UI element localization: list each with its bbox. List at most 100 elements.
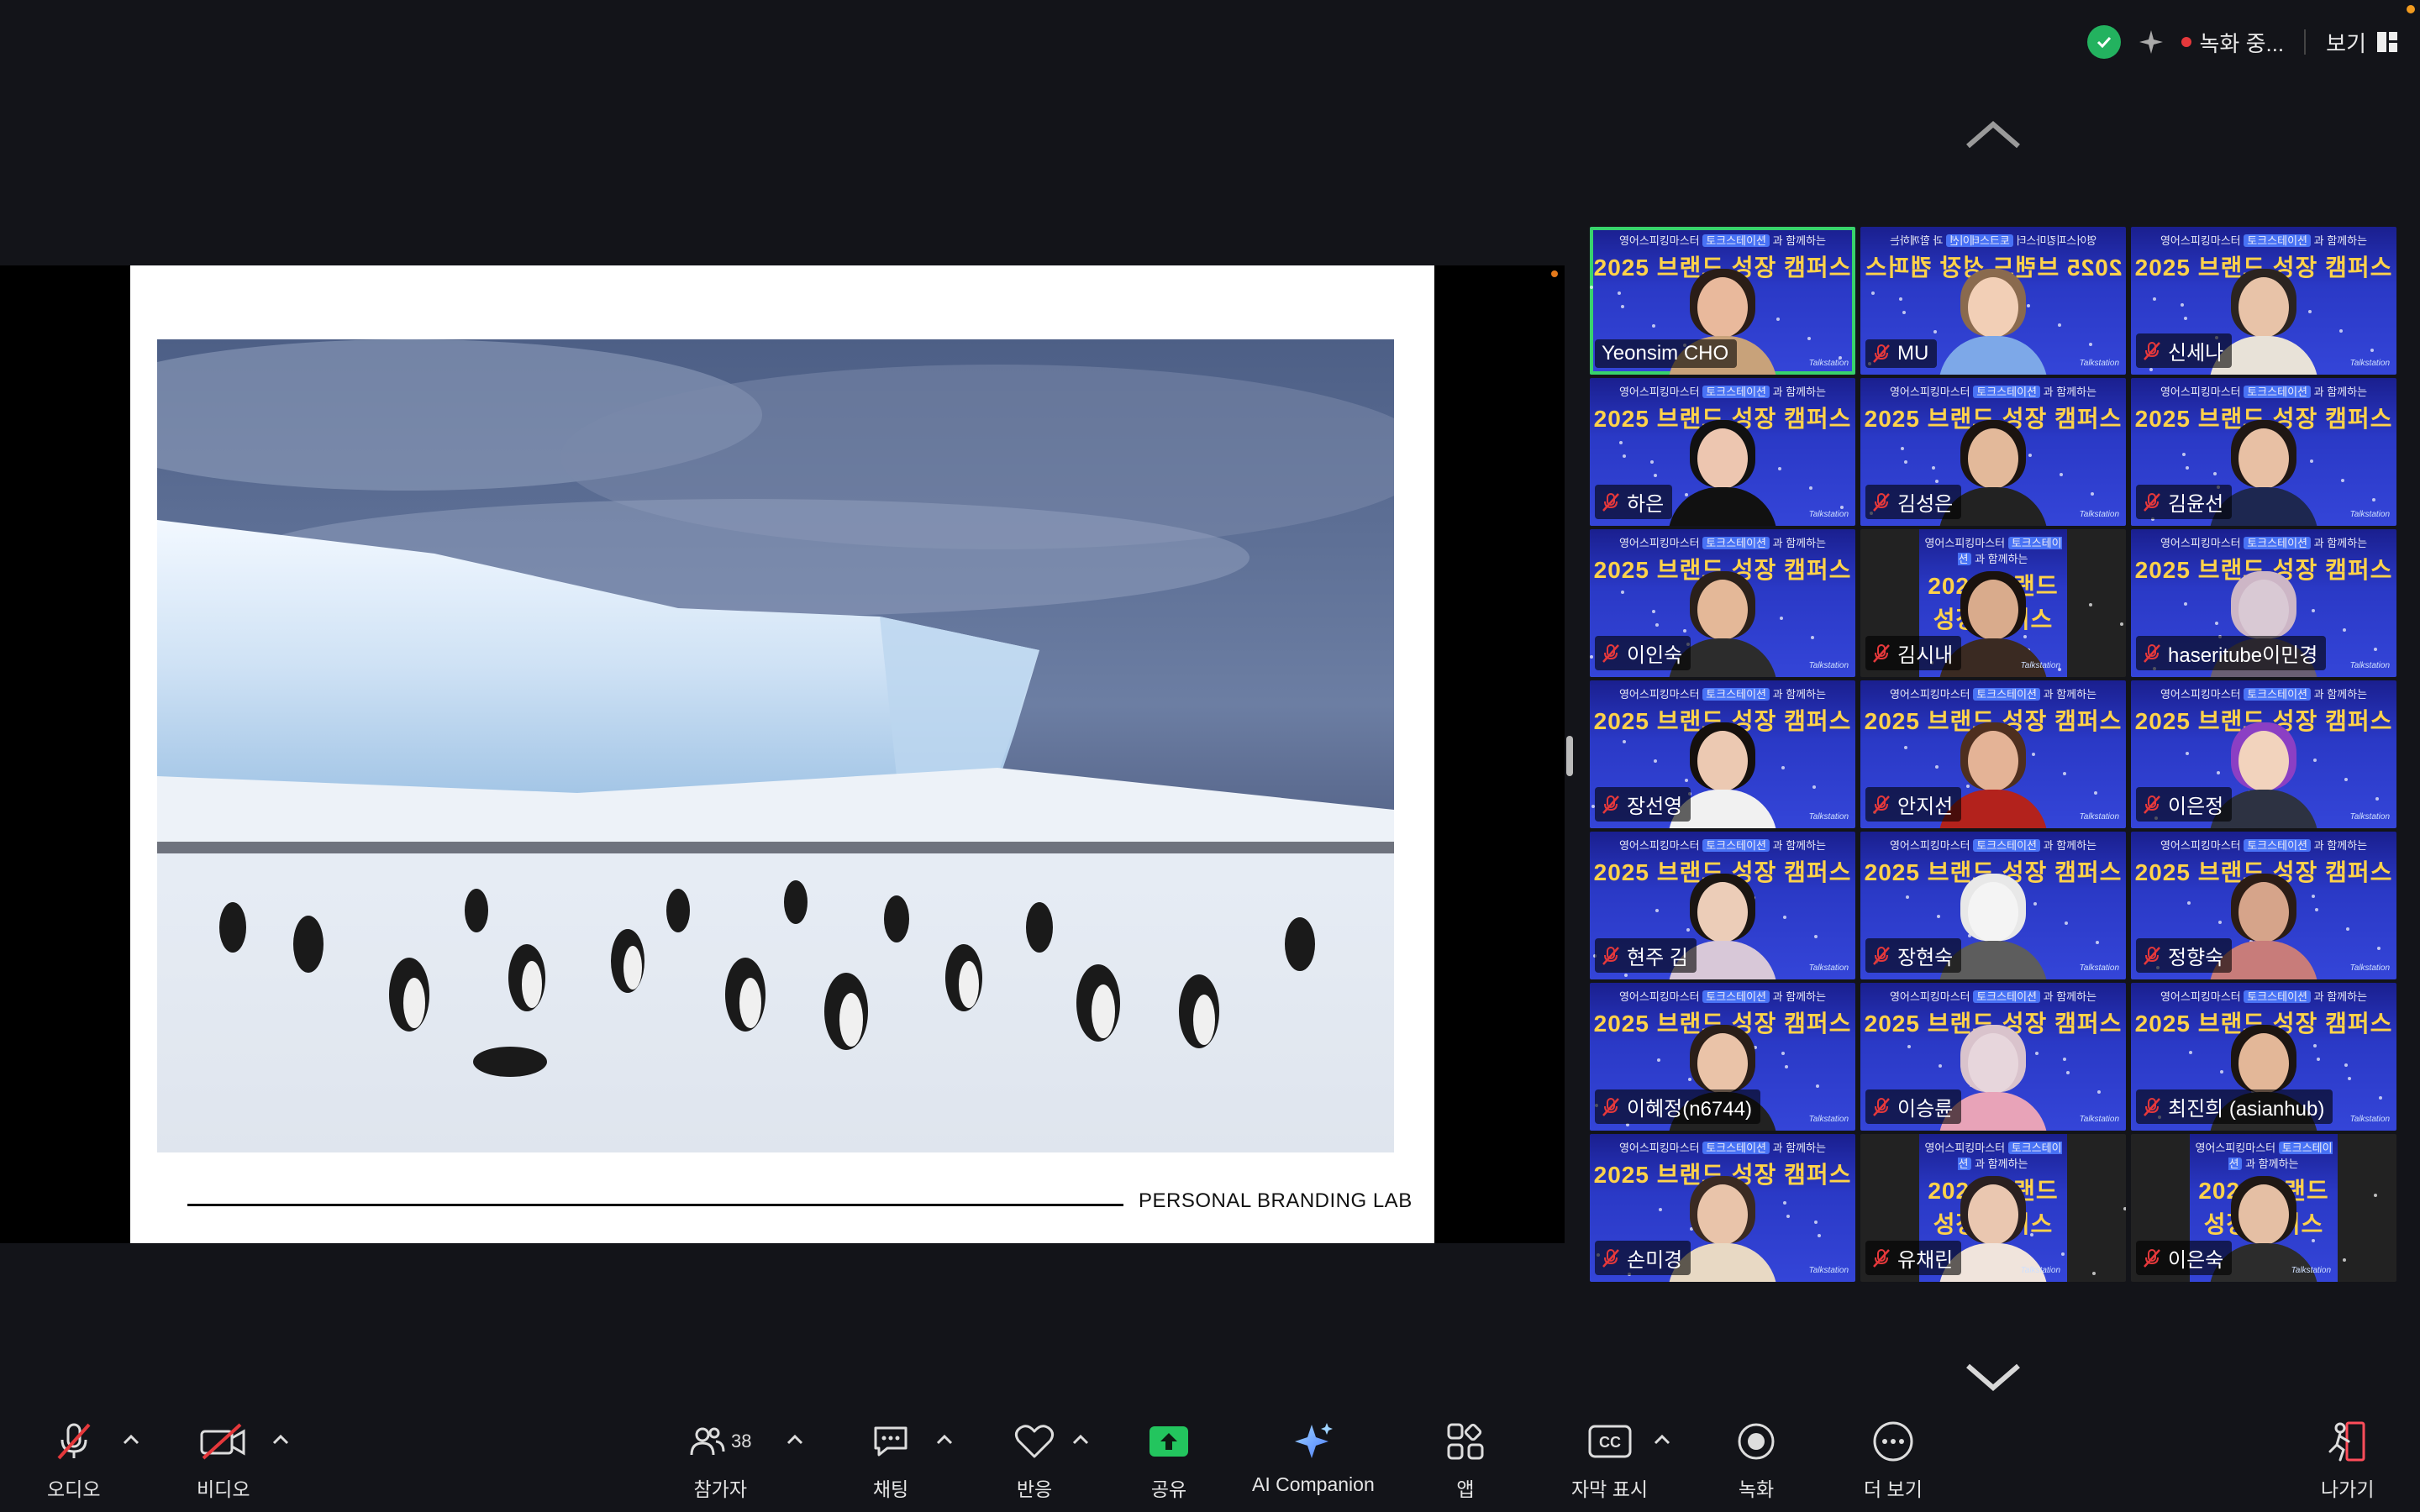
talkstation-logo: Talkstation xyxy=(1808,812,1849,822)
participant-tile[interactable]: 영어스피킹마스터 토크스테이션 과 함께하는2025 브랜드 성장 캠퍼스Tal… xyxy=(2131,227,2396,375)
security-shield-icon[interactable] xyxy=(2086,25,2121,59)
star-sparkle xyxy=(1899,297,1902,301)
participants-caret-icon[interactable] xyxy=(785,1433,805,1446)
star-sparkle xyxy=(1811,636,1814,639)
chat-label: 채팅 xyxy=(872,1478,909,1500)
participant-tile[interactable]: 영어스피킹마스터 토크스테이션 과 함께하는2025 브랜드 성장 캠퍼스Tal… xyxy=(1590,983,1855,1131)
captions-caret-icon[interactable] xyxy=(1652,1433,1672,1446)
talkstation-logo: Talkstation xyxy=(2079,510,2119,519)
record-button[interactable]: 녹화 xyxy=(1736,1420,1776,1502)
recording-indicator[interactable]: 녹화 중... xyxy=(2181,27,2284,58)
slide-footer-text: PERSONAL BRANDING LAB xyxy=(1139,1189,1413,1212)
talkstation-logo: Talkstation xyxy=(1808,661,1849,670)
star-sparkle xyxy=(2066,1071,2070,1074)
participant-tile[interactable]: 영어스피킹마스터 토크스테이션 과 함께하는2025 브랜드 성장 캠퍼스Tal… xyxy=(1590,832,1855,979)
star-sparkle xyxy=(1818,1234,1821,1237)
resize-handle[interactable] xyxy=(1566,736,1573,776)
participant-name: 이승륜 xyxy=(1897,1098,1954,1121)
captions-button[interactable]: CC 자막 표시 xyxy=(1571,1420,1648,1502)
participant-tile[interactable]: 영어스피킹마스터 토크스테이션 과 함께하는2025 브랜드 성장 캠퍼스Tal… xyxy=(1860,832,2126,979)
participant-gallery: 영어스피킹마스터 토크스테이션 과 함께하는 2025 브랜드 성장 캠퍼스 Tal… xyxy=(1590,227,2396,1282)
participant-tile[interactable]: 영어스피킹마스터 토크스테이션 과 함께하는2025 브랜드 성장 캠퍼스Tal… xyxy=(1590,227,1855,375)
star-sparkle xyxy=(1812,785,1816,789)
star-sparkle xyxy=(1623,454,1626,458)
share-button[interactable]: 공유 xyxy=(1148,1420,1190,1502)
mic-muted-icon xyxy=(1873,1097,1890,1116)
mic-muted-icon xyxy=(1873,492,1890,512)
penguin-colony-photo xyxy=(157,339,1394,1152)
more-button[interactable]: 더 보기 xyxy=(1864,1420,1923,1502)
participants-button[interactable]: 38 참가자 xyxy=(689,1420,751,1502)
participant-tile[interactable]: 영어스피킹마스터 토크스테이션 과 함께하는2025 브랜드 성장 캠퍼스Tal… xyxy=(1860,1134,2126,1282)
participant-tile[interactable]: 영어스피킹마스터 토크스테이션 과 함께하는2025 브랜드 성장 캠퍼스Tal… xyxy=(2131,1134,2396,1282)
star-sparkle xyxy=(1650,460,1654,464)
banner-subtitle: 영어스피킹마스터 토크스테이션 과 함께하는 xyxy=(1618,386,1827,398)
slide-footer-rule xyxy=(187,1204,1123,1206)
chevron-up-icon[interactable] xyxy=(1965,118,2022,151)
participant-tile[interactable]: 영어스피킹마스터 토크스테이션 과 함께하는2025 브랜드 성장 캠퍼스Tal… xyxy=(1860,680,2126,828)
star-sparkle xyxy=(1816,1084,1819,1088)
chat-button[interactable]: 채팅 xyxy=(871,1420,911,1502)
participant-tile[interactable]: 영어스피킹마스터 토크스테이션 과 함께하는2025 브랜드 성장 캠퍼스Tal… xyxy=(2131,378,2396,526)
ai-sparkle-icon[interactable] xyxy=(2136,27,2166,57)
talkstation-logo: Talkstation xyxy=(2349,510,2390,519)
talkstation-logo: Talkstation xyxy=(1808,1266,1849,1275)
svg-text:CC: CC xyxy=(1599,1434,1621,1451)
banner-subtitle: 영어스피킹마스터 토크스테이션 과 함께하는 xyxy=(1889,990,2097,1003)
star-sparkle xyxy=(1809,486,1812,490)
star-sparkle xyxy=(2089,603,2092,606)
participant-name: 최진희 (asianhub) xyxy=(2168,1098,2325,1121)
chat-caret-icon[interactable] xyxy=(934,1433,955,1446)
star-sparkle xyxy=(2379,1096,2382,1100)
participant-tile[interactable]: 영어스피킹마스터 토크스테이션 과 함께하는2025 브랜드 성장 캠퍼스Tal… xyxy=(2131,832,2396,979)
star-sparkle xyxy=(1904,746,1907,749)
participant-tile[interactable]: 영어스피킹마스터 토크스테이션 과 함께하는2025 브랜드 성장 캠퍼스Tal… xyxy=(1590,1134,1855,1282)
view-button[interactable]: 보기 xyxy=(2326,27,2398,58)
participant-tile[interactable]: 영어스피킹마스터 토크스테이션 과 함께하는2025 브랜드 성장 캠퍼스Tal… xyxy=(1590,378,1855,526)
leave-button[interactable]: 나가기 xyxy=(2321,1420,2374,1502)
ai-companion-button[interactable]: AI Companion xyxy=(1252,1420,1375,1496)
leave-label: 나가기 xyxy=(2321,1478,2375,1500)
participant-tile[interactable]: 영어스피킹마스터 토크스테이션 과 함께하는2025 브랜드 성장 캠퍼스Tal… xyxy=(2131,680,2396,828)
banner-subtitle: 영어스피킹마스터 토크스테이션 과 함께하는 xyxy=(1618,537,1827,549)
banner-subtitle: 영어스피킹마스터 토크스테이션 과 함께하는 xyxy=(2195,1142,2333,1170)
view-label: 보기 xyxy=(2326,30,2366,56)
star-sparkle xyxy=(1807,337,1811,340)
participant-name-tag: 유채린 xyxy=(1865,1241,1962,1275)
banner-subtitle: 영어스피킹마스터 토크스테이션 과 함께하는 xyxy=(2160,688,2368,701)
mic-muted-icon xyxy=(52,1420,96,1463)
captions-label: 자막 표시 xyxy=(1571,1478,1649,1500)
participant-video-avatar xyxy=(1660,417,1786,526)
participant-tile[interactable]: 영어스피킹마스터 토크스테이션 과 함께하는2025 브랜드 성장 캠퍼스Tal… xyxy=(2131,529,2396,677)
participant-tile[interactable]: 영어스피킹마스터 토크스테이션 과 함께하는2025 브랜드 성장 캠퍼스Tal… xyxy=(2131,983,2396,1131)
star-sparkle xyxy=(1618,291,1621,295)
talkstation-logo: Talkstation xyxy=(1808,359,1849,368)
banner-subtitle: 영어스피킹마스터 토크스테이션 과 함께하는 xyxy=(1889,688,2097,701)
apps-button[interactable]: 앱 xyxy=(1445,1420,1486,1502)
participant-name-tag: 안지선 xyxy=(1865,787,1962,822)
star-sparkle xyxy=(2375,797,2379,801)
participant-tile[interactable]: 영어스피킹마스터 토크스테이션 과 함께하는2025 브랜드 성장 캠퍼스Tal… xyxy=(1590,680,1855,828)
video-options-caret-icon[interactable] xyxy=(271,1433,291,1446)
participant-tile[interactable]: 영어스피킹마스터 토크스테이션 과 함께하는2025 브랜드 성장 캠퍼스Tal… xyxy=(1590,529,1855,677)
audio-button[interactable]: 오디오 xyxy=(47,1420,100,1502)
talkstation-logo: Talkstation xyxy=(2349,963,2390,973)
video-button[interactable]: 비디오 xyxy=(197,1420,250,1502)
banner-subtitle: 영어스피킹마스터 토크스테이션 과 함께하는 xyxy=(1889,386,2097,398)
reactions-button[interactable]: 반응 xyxy=(1013,1420,1055,1502)
participant-tile[interactable]: 영어스피킹마스터 토크스테이션 과 함께하는2025 브랜드 성장 캠퍼스Tal… xyxy=(1860,529,2126,677)
participant-tile[interactable]: 영어스피킹마스터 토크스테이션 과 함께하는2025 브랜드 성장 캠퍼스Tal… xyxy=(1860,227,2126,375)
banner-subtitle: 영어스피킹마스터 토크스테이션 과 함께하는 xyxy=(1618,990,1827,1003)
participant-tile[interactable]: 영어스피킹마스터 토크스테이션 과 함께하는2025 브랜드 성장 캠퍼스Tal… xyxy=(1860,983,2126,1131)
participant-name: haseritube이민경 xyxy=(2168,644,2318,667)
star-sparkle xyxy=(2341,479,2344,482)
meeting-status-bar: 녹화 중... 보기 xyxy=(2086,22,2399,62)
reactions-caret-icon[interactable] xyxy=(1071,1433,1091,1446)
participant-name-tag: 이승륜 xyxy=(1865,1089,1962,1124)
apps-icon xyxy=(1445,1420,1486,1463)
talkstation-logo: Talkstation xyxy=(2020,661,2060,670)
audio-options-caret-icon[interactable] xyxy=(121,1433,141,1446)
star-sparkle xyxy=(2184,602,2187,606)
participant-tile[interactable]: 영어스피킹마스터 토크스테이션 과 함께하는2025 브랜드 성장 캠퍼스Tal… xyxy=(1860,378,2126,526)
star-sparkle xyxy=(2346,927,2349,931)
